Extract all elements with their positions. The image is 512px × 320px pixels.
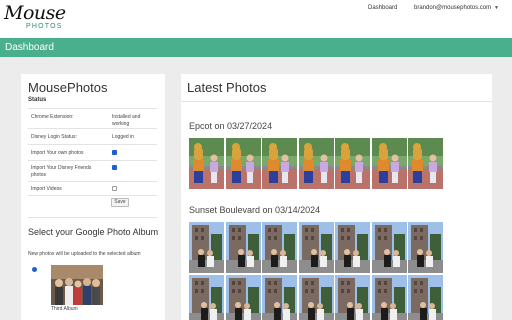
save-button[interactable]: Save	[111, 198, 129, 207]
page-title: Dashboard	[5, 42, 54, 53]
photo-thumbnail[interactable]	[335, 222, 370, 273]
album-radio-selected[interactable]	[32, 267, 37, 272]
option-row-friends-photos: Import Your Disney Friends photos	[28, 160, 157, 181]
row-label: Chrome Extension:	[31, 114, 74, 120]
photo-thumbnail[interactable]	[298, 275, 334, 320]
photo-thumbnail[interactable]	[262, 275, 297, 320]
photo-thumbnail[interactable]	[189, 275, 224, 320]
logo-wordmark: Mouse	[4, 2, 66, 24]
page-title-bar: Dashboard	[0, 38, 512, 57]
select-album-hint: New photos will be uploaded to the selec…	[28, 251, 141, 257]
photo-thumbnail[interactable]	[408, 222, 443, 273]
logo-subtitle: PHOTOS	[26, 23, 63, 30]
row-label: Disney Login Status:	[31, 134, 77, 140]
photo-thumbnail[interactable]	[262, 138, 297, 189]
settings-panel: MousePhotos Status Chrome Extension: Ins…	[21, 74, 165, 320]
panel-title: Latest Photos	[187, 80, 267, 95]
photo-thumbnail[interactable]	[371, 222, 407, 273]
photo-thumbnail[interactable]	[225, 275, 261, 320]
latest-photos-panel: Latest Photos Epcot on 03/27/2024 Sunset…	[181, 74, 492, 320]
status-row-disney-login: Disney Login Status: Logged in	[28, 128, 157, 144]
mousephotos-logo[interactable]: Mouse PHOTOS	[4, 3, 68, 35]
divider	[181, 101, 492, 102]
album-heading: Epcot on 03/27/2024	[189, 121, 273, 131]
photo-thumbnail[interactable]	[298, 222, 334, 273]
panel-title: MousePhotos	[28, 80, 108, 95]
divider	[28, 217, 157, 218]
photo-thumbnail[interactable]	[298, 138, 334, 189]
row-label: Import Your own photos	[31, 150, 84, 156]
divider	[28, 195, 157, 196]
top-navbar: Mouse PHOTOS Dashboard brandon@mousephot…	[0, 0, 512, 38]
status-row-chrome-extension: Chrome Extension: Installed and working	[28, 108, 157, 128]
photo-thumbnail[interactable]	[262, 222, 297, 273]
photo-thumbnail[interactable]	[408, 138, 443, 189]
select-album-heading: Select your Google Photo Album	[28, 227, 159, 237]
row-label: Import Your Disney Friends photos	[31, 165, 92, 178]
status-heading: Status	[28, 97, 47, 103]
album-thumbnail[interactable]	[51, 265, 103, 305]
row-value: Logged in	[112, 134, 134, 140]
import-videos-checkbox[interactable]	[112, 186, 117, 191]
photo-thumbnail[interactable]	[371, 275, 407, 320]
photo-thumbnail[interactable]	[189, 222, 224, 273]
photo-thumbnail[interactable]	[371, 138, 407, 189]
photo-thumbnail[interactable]	[408, 275, 443, 320]
photo-thumbnail[interactable]	[225, 138, 261, 189]
chevron-down-icon[interactable]: ▼	[494, 5, 499, 11]
album-name: Third Album	[51, 306, 78, 312]
nav-dashboard-link[interactable]: Dashboard	[368, 5, 397, 11]
photo-thumbnail[interactable]	[335, 138, 370, 189]
album-heading: Sunset Boulevard on 03/14/2024	[189, 205, 321, 215]
import-own-photos-checkbox[interactable]	[112, 150, 117, 155]
option-row-own-photos: Import Your own photos	[28, 144, 157, 160]
row-label: Import Videos	[31, 186, 62, 192]
photo-thumbnail[interactable]	[225, 222, 261, 273]
import-friends-photos-checkbox[interactable]	[112, 165, 117, 170]
row-value: Installed and working	[112, 114, 141, 127]
option-row-videos: Import Videos	[28, 181, 157, 195]
photo-thumbnail[interactable]	[335, 275, 370, 320]
photo-thumbnail[interactable]	[189, 138, 224, 189]
user-menu-link[interactable]: brandon@mousephotos.com	[414, 5, 491, 11]
